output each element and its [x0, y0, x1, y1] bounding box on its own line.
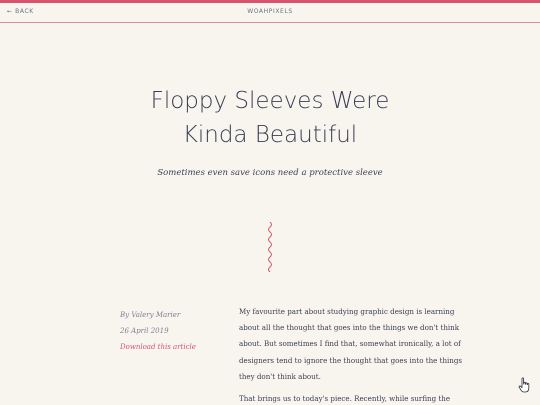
author-byline: By Valery Marier [120, 311, 181, 319]
article-title: Floppy Sleeves Were Kinda Beautiful [90, 84, 450, 152]
article-meta: By Valery Marier 26 April 2019 Download … [120, 307, 230, 355]
site-header: ← BACK WOAHPIXELS [0, 3, 540, 23]
download-article-link[interactable]: Download this article [120, 339, 230, 355]
article-title-line-1: Floppy Sleeves Were [150, 88, 390, 114]
article-title-line-2: Kinda Beautiful [182, 122, 358, 148]
article-subtitle: Sometimes even save icons need a protect… [157, 168, 383, 178]
article-paragraph: My favourite part about studying graphic… [239, 307, 463, 381]
article-paragraph: That brings us to today's piece. Recentl… [239, 394, 451, 404]
article-body: My favourite part about studying graphic… [239, 304, 471, 405]
site-name[interactable]: WOAHPIXELS [0, 8, 540, 15]
squiggle-divider [268, 222, 272, 272]
publish-date: 26 April 2019 [120, 327, 169, 335]
hand-pointer-icon [518, 377, 530, 393]
